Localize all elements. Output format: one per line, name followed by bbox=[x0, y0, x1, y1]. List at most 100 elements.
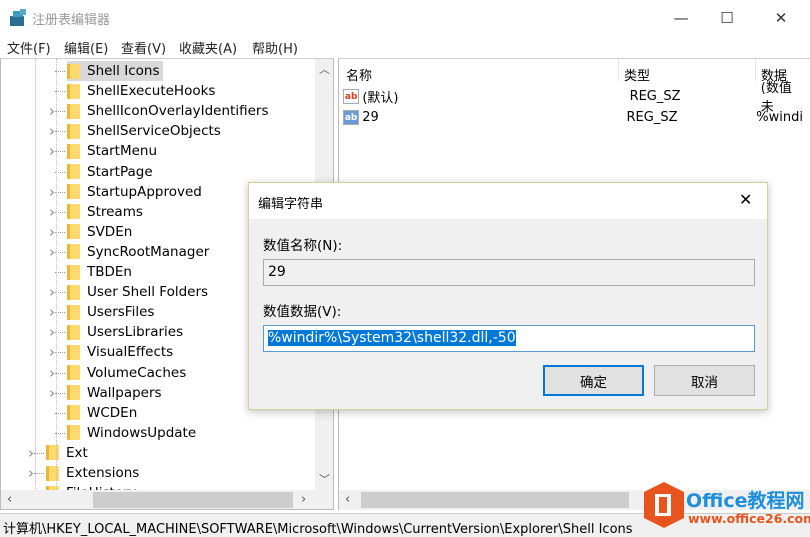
tree-item[interactable]: UsersLibraries bbox=[67, 322, 187, 342]
tree-item-label: WCDEn bbox=[87, 404, 138, 421]
office-logo-icon bbox=[644, 482, 684, 528]
tree-item[interactable]: SVDEn bbox=[67, 222, 136, 242]
folder-icon bbox=[67, 284, 80, 300]
list-row-default[interactable]: ab (默认) REG_SZ (数值未 bbox=[343, 81, 803, 115]
folder-icon bbox=[67, 164, 80, 179]
tree-item[interactable]: TBDEn bbox=[67, 262, 136, 282]
column-type[interactable]: 类型 bbox=[624, 65, 650, 84]
tree-item-label: ShellExecuteHooks bbox=[87, 83, 216, 100]
scroll-down-icon[interactable]: ﹀ bbox=[319, 471, 330, 487]
tree-item-label: User Shell Folders bbox=[87, 284, 209, 301]
tree-guide-line bbox=[56, 59, 57, 489]
folder-icon bbox=[67, 324, 80, 340]
scroll-right-icon[interactable]: › bbox=[301, 492, 306, 507]
string-value-icon: ab bbox=[343, 109, 360, 125]
cancel-button[interactable]: 取消 bbox=[654, 365, 755, 396]
menu-file[interactable]: 文件(F) bbox=[7, 38, 51, 57]
tree-item[interactable]: Wallpapers bbox=[67, 383, 166, 403]
value-data-label: 数值数据(V): bbox=[263, 304, 342, 320]
menu-help[interactable]: 帮助(H) bbox=[252, 38, 298, 57]
tree-item[interactable]: VisualEffects bbox=[67, 342, 177, 362]
folder-icon bbox=[67, 204, 80, 220]
tree-item-label: StartupApproved bbox=[87, 183, 202, 200]
dialog-title-bar: 编辑字符串 ✕ bbox=[249, 183, 767, 219]
tree-item[interactable]: WindowsUpdate bbox=[67, 423, 200, 443]
list-hscroll-thumb[interactable] bbox=[361, 492, 629, 508]
tree-item[interactable]: Streams bbox=[67, 202, 147, 222]
string-value-icon: ab bbox=[343, 88, 360, 104]
scroll-left-icon[interactable]: ‹ bbox=[7, 492, 12, 507]
tree-item-label: VisualEffects bbox=[87, 344, 174, 361]
tree-item-label: StartPage bbox=[87, 163, 153, 180]
edit-string-dialog: 编辑字符串 ✕ 数值名称(N): 29 数值数据(V): %windir%\Sy… bbox=[248, 182, 768, 410]
tree-item[interactable]: ShellIconOverlayIdentifiers bbox=[67, 101, 273, 121]
folder-icon bbox=[46, 445, 59, 461]
folder-icon bbox=[67, 344, 80, 360]
tree-item-label: Ext bbox=[66, 444, 88, 461]
tree-hscroll-thumb[interactable] bbox=[93, 492, 293, 508]
close-button[interactable]: ✕ bbox=[758, 0, 804, 35]
tree-item-label: WindowsUpdate bbox=[87, 424, 197, 441]
folder-icon bbox=[67, 103, 80, 119]
tree-item-label: SVDEn bbox=[87, 223, 133, 240]
tree-item-label: UsersLibraries bbox=[87, 324, 184, 341]
folder-icon bbox=[67, 123, 80, 139]
tree-item[interactable]: Extensions bbox=[46, 463, 143, 483]
value-name-label: 数值名称(N): bbox=[263, 238, 343, 254]
scroll-left-icon[interactable]: ‹ bbox=[345, 492, 350, 507]
dialog-title: 编辑字符串 bbox=[258, 197, 324, 212]
tree-item[interactable]: SyncRootManager bbox=[67, 242, 213, 262]
tree-item[interactable]: ShellExecuteHooks bbox=[67, 81, 219, 101]
tree-item[interactable]: User Shell Folders bbox=[67, 282, 212, 302]
scroll-up-icon[interactable]: ︿ bbox=[319, 61, 330, 77]
watermark: Office教程网 www.office26.com bbox=[642, 480, 810, 532]
tree-item-label: UsersFiles bbox=[87, 304, 155, 321]
folder-icon bbox=[67, 63, 80, 79]
tree-item[interactable]: StartMenu bbox=[67, 141, 161, 161]
maximize-button[interactable]: ☐ bbox=[704, 0, 750, 35]
folder-icon bbox=[67, 184, 80, 200]
tree-item-label: TBDEn bbox=[87, 264, 132, 280]
tree-item[interactable]: ShellServiceObjects bbox=[67, 121, 225, 141]
dialog-close-button[interactable]: ✕ bbox=[739, 190, 752, 209]
menu-edit[interactable]: 编辑(E) bbox=[64, 38, 108, 57]
tree-item[interactable]: Shell Icons bbox=[67, 61, 164, 81]
regedit-icon bbox=[10, 9, 26, 26]
tree-item[interactable]: Ext bbox=[46, 443, 92, 463]
folder-icon bbox=[67, 304, 80, 320]
title-bar: 注册表编辑器 — ☐ ✕ bbox=[0, 0, 810, 35]
minimize-button[interactable]: — bbox=[658, 0, 704, 35]
tree-item-label: Shell Icons bbox=[87, 63, 160, 79]
folder-icon bbox=[67, 83, 80, 99]
folder-icon bbox=[67, 365, 80, 380]
menu-view[interactable]: 查看(V) bbox=[121, 38, 166, 57]
tree-item-label: SyncRootManager bbox=[87, 243, 210, 260]
tree-item-label: ShellServiceObjects bbox=[87, 123, 221, 140]
tree-horizontal-scrollbar[interactable]: ‹ › bbox=[1, 490, 333, 509]
tree-guide-line bbox=[35, 59, 36, 489]
folder-icon bbox=[67, 143, 80, 159]
folder-icon bbox=[67, 405, 80, 421]
folder-icon bbox=[67, 425, 80, 441]
folder-icon bbox=[67, 385, 80, 401]
tree-item-label: ShellIconOverlayIdentifiers bbox=[87, 103, 269, 120]
ok-button[interactable]: 确定 bbox=[543, 365, 644, 396]
folder-icon bbox=[67, 244, 80, 260]
tree-item-label: VolumeCaches bbox=[87, 364, 187, 381]
folder-icon bbox=[67, 264, 80, 280]
tree-item[interactable]: StartupApproved bbox=[67, 182, 206, 202]
tree-item-label: Extensions bbox=[66, 465, 140, 481]
folder-icon bbox=[67, 224, 80, 240]
menu-favorites[interactable]: 收藏夹(A) bbox=[179, 38, 237, 57]
value-name-field[interactable]: 29 bbox=[263, 259, 755, 286]
list-row-29[interactable]: ab 29 REG_SZ %windi bbox=[343, 107, 803, 127]
tree-item-label: Wallpapers bbox=[87, 384, 162, 401]
tree-item[interactable]: StartPage bbox=[67, 162, 157, 182]
value-data-input[interactable]: %windir%\System32\shell32.dll,-50 bbox=[263, 325, 755, 352]
tree-item[interactable]: WCDEn bbox=[67, 403, 141, 423]
tree-item[interactable]: VolumeCaches bbox=[67, 363, 190, 383]
column-name[interactable]: 名称 bbox=[346, 65, 372, 84]
menu-bar: 文件(F) 编辑(E) 查看(V) 收藏夹(A) 帮助(H) bbox=[0, 35, 810, 57]
tree-item-label: Streams bbox=[87, 203, 143, 220]
tree-item[interactable]: UsersFiles bbox=[67, 302, 158, 322]
